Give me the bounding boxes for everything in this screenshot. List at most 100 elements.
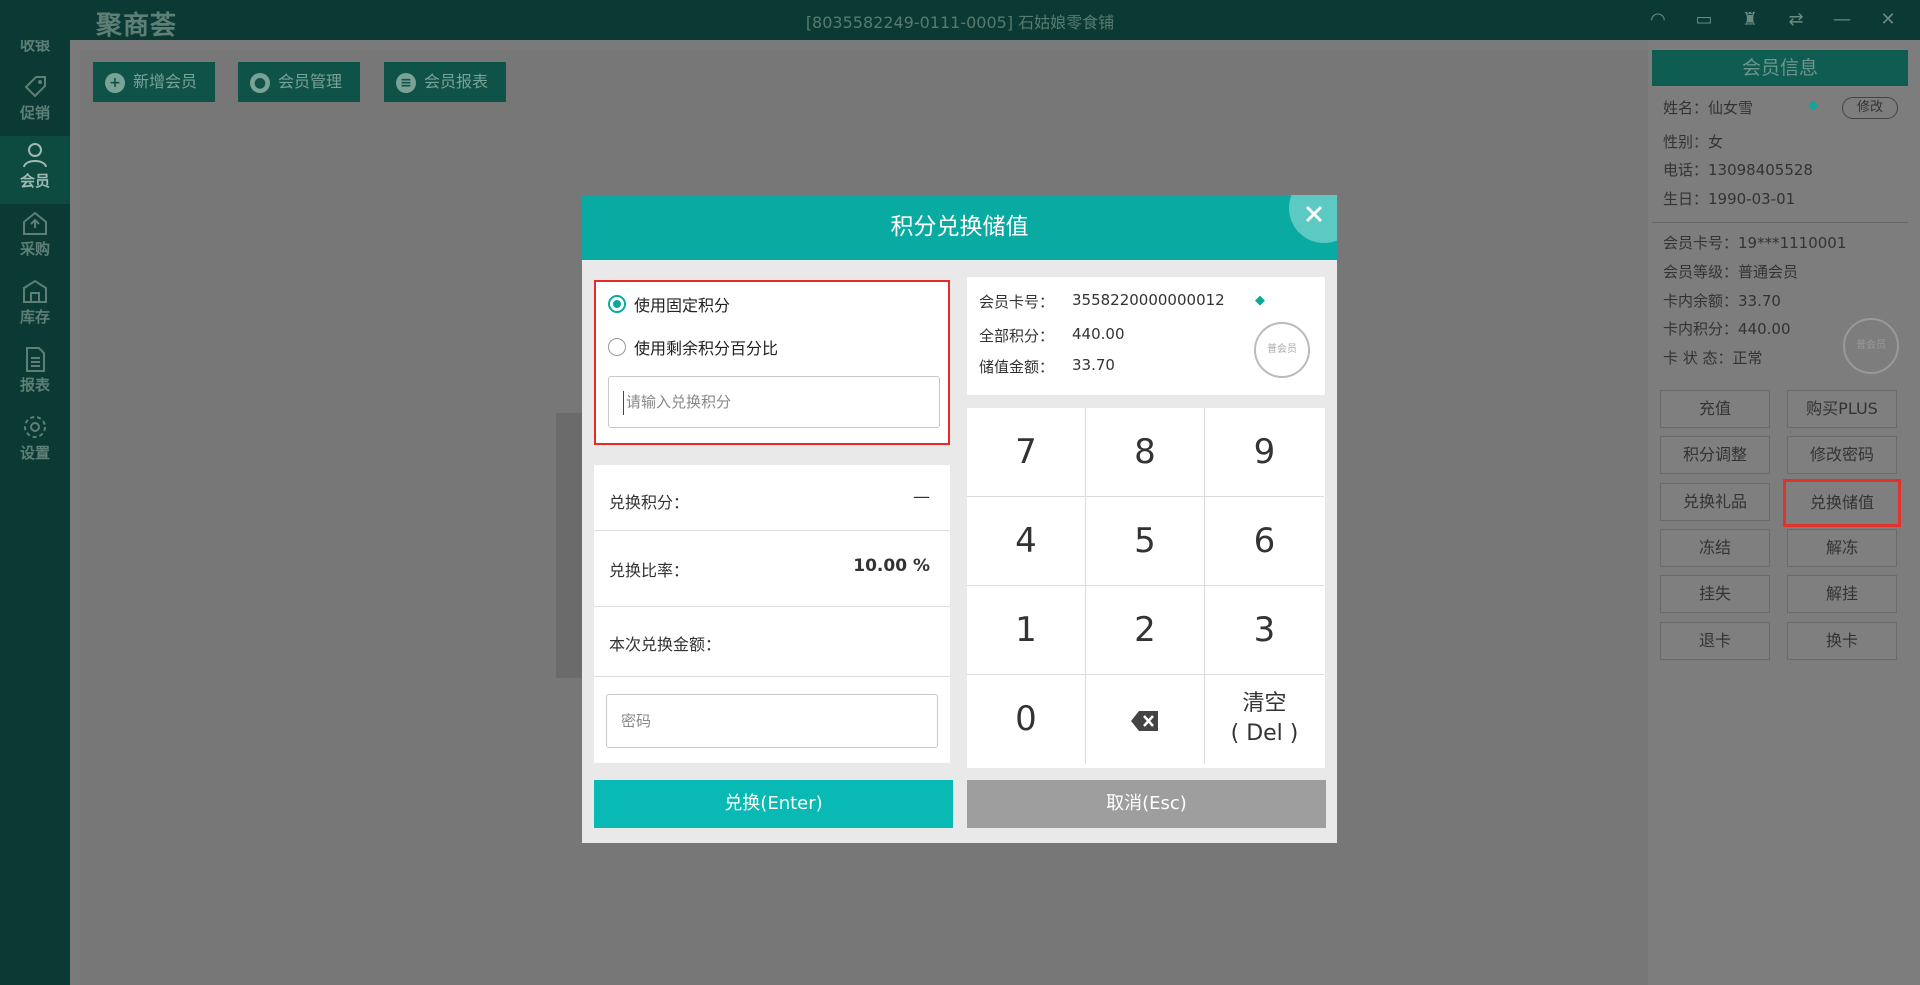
buy-plus-button[interactable]: 购买PLUS [1787,390,1897,428]
minimize-icon[interactable]: — [1830,8,1854,32]
member-phone: 电话：13098405528 [1663,161,1813,179]
key-4[interactable]: 4 [967,497,1086,586]
total-points-value: 440.00 [1072,325,1125,343]
member-points: 卡内积分：440.00 [1663,320,1791,338]
key-1[interactable]: 1 [967,586,1086,675]
cancel-loss-button[interactable]: 解挂 [1787,575,1897,613]
key-7[interactable]: 7 [967,408,1086,497]
member-card-summary: 会员卡号： 3558220000000012 ◆ 全部积分： 440.00 储值… [967,277,1325,395]
purchase-icon [23,211,47,235]
numeric-keypad: 7 8 9 4 5 6 1 2 3 0 清空 ( Del ) [967,408,1325,768]
user-small-icon: ● [250,73,270,93]
window-controls: ◠ ▭ ♜ ⇄ — ✕ [1646,8,1900,32]
report-icon [26,347,45,372]
exchange-points-value: — [913,487,930,507]
card-no-value: 3558220000000012 [1072,291,1225,309]
key-5[interactable]: 5 [1086,497,1205,586]
return-card-button[interactable]: 退卡 [1660,622,1770,660]
plus-icon: + [105,73,125,93]
member-balance: 卡内余额：33.70 [1663,292,1781,310]
warehouse-icon [23,279,47,303]
member-panel-title: 会员信息 [1652,50,1908,86]
change-password-button[interactable]: 修改密码 [1787,436,1897,474]
nav-label: 促销 [19,104,50,122]
member-name: 姓名：仙女雪 [1663,99,1754,117]
member-level: 会员等级：普通会员 [1663,263,1799,281]
nav-label: 会员 [19,172,50,190]
wifi-icon: ◠ [1650,9,1666,30]
unfreeze-button[interactable]: 解冻 [1787,529,1897,567]
nav-label: 库存 [19,308,50,326]
redeem-gift-button[interactable]: 兑换礼品 [1660,483,1770,521]
key-6[interactable]: 6 [1205,497,1324,586]
nav-item-promotion[interactable]: 促销 [0,68,70,136]
divider [1652,222,1908,223]
member-manage-button[interactable]: ● 会员管理 [238,62,361,102]
store-title: [8035582249-0111-0005] 石姑娘零食铺 [805,13,1115,32]
member-manage-label: 会员管理 [278,72,343,91]
points-input-placeholder: 请输入兑换积分 [626,393,732,411]
key-9[interactable]: 9 [1205,408,1324,497]
clear-key[interactable]: 清空 ( Del ) [1205,675,1324,764]
switch-icon[interactable]: ⇄ [1784,8,1808,32]
cancel-button[interactable]: 取消(Esc) [967,780,1326,828]
shirt-icon[interactable]: ♜ [1738,8,1762,32]
backspace-icon [1131,710,1158,731]
report-loss-button[interactable]: 挂失 [1660,575,1770,613]
user-icon [23,143,47,168]
nav-item-inventory[interactable]: 库存 [0,272,70,340]
summary-row: 本次兑换金额： [594,607,950,677]
total-points-label: 全部积分： [979,327,1055,345]
points-input[interactable]: 请输入兑换积分 [608,376,940,428]
exchange-rate-value: 10.00 % [853,556,930,576]
summary-row: 兑换积分： — [594,465,950,531]
option-fixed-label[interactable]: 使用固定积分 [634,292,730,316]
option-percent-label[interactable]: 使用剩余积分百分比 [634,335,778,359]
freeze-button[interactable]: 冻结 [1660,529,1770,567]
radio-fixed-points[interactable] [608,295,626,313]
member-gender: 性别：女 [1663,133,1724,151]
radio-percent-points[interactable] [608,338,626,356]
add-member-button[interactable]: + 新增会员 [93,62,216,102]
stored-amount-value: 33.70 [1072,356,1115,374]
key-8[interactable]: 8 [1086,408,1205,497]
dialog-title: 积分兑换储值 [890,214,1029,240]
tag-icon [24,76,46,98]
summary-row: 兑换比率： 10.00 % [594,531,950,607]
adjust-points-button[interactable]: 积分调整 [1660,436,1770,474]
nav-item-member[interactable]: 会员 [0,136,70,204]
points-exchange-dialog: 积分兑换储值 使用固定积分 使用剩余积分百分比 请输入兑换积分 兑换积分： — … [582,195,1337,843]
password-placeholder: 密码 [621,712,652,730]
stored-amount-label: 储值金额： [979,358,1055,376]
close-window-icon[interactable]: ✕ [1876,8,1900,32]
modify-button[interactable]: 修改 [1842,97,1898,119]
password-input[interactable]: 密码 [606,694,938,748]
message-icon[interactable]: ▭ [1692,8,1716,32]
nav-label: 报表 [19,376,50,394]
member-level-stamp: 普会员 [1843,318,1899,374]
replace-card-button[interactable]: 换卡 [1787,622,1897,660]
dialog-header: 积分兑换储值 [582,195,1337,260]
redeem-stored-value-button[interactable]: 兑换储值 [1783,479,1901,527]
member-status: 卡 状 态：正常 [1663,349,1763,367]
sidebar: 收银 促销 会员 采购 库存 报表 设置 [0,0,70,985]
key-0[interactable]: 0 [967,675,1086,764]
nav-item-report[interactable]: 报表 [0,340,70,408]
exchange-points-label: 兑换积分： [609,493,690,512]
close-icon [1305,205,1323,223]
diamond-icon: ◆ [1808,98,1818,113]
member-birthday: 生日：1990-03-01 [1663,190,1796,208]
doc-icon: ≡ [396,73,416,93]
recharge-button[interactable]: 充值 [1660,390,1770,428]
nav-item-purchase[interactable]: 采购 [0,204,70,272]
nav-item-settings[interactable]: 设置 [0,408,70,476]
key-2[interactable]: 2 [1086,586,1205,675]
backspace-key[interactable] [1086,675,1205,764]
member-card-no: 会员卡号：19***1110001 [1663,234,1847,252]
exchange-confirm-button[interactable]: 兑换(Enter) [594,780,953,828]
diamond-icon: ◆ [1255,293,1265,308]
member-level-stamp: 普会员 [1254,322,1310,378]
clear-key-label: 清空 [1242,691,1287,716]
member-report-button[interactable]: ≡ 会员报表 [384,62,507,102]
key-3[interactable]: 3 [1205,586,1324,675]
